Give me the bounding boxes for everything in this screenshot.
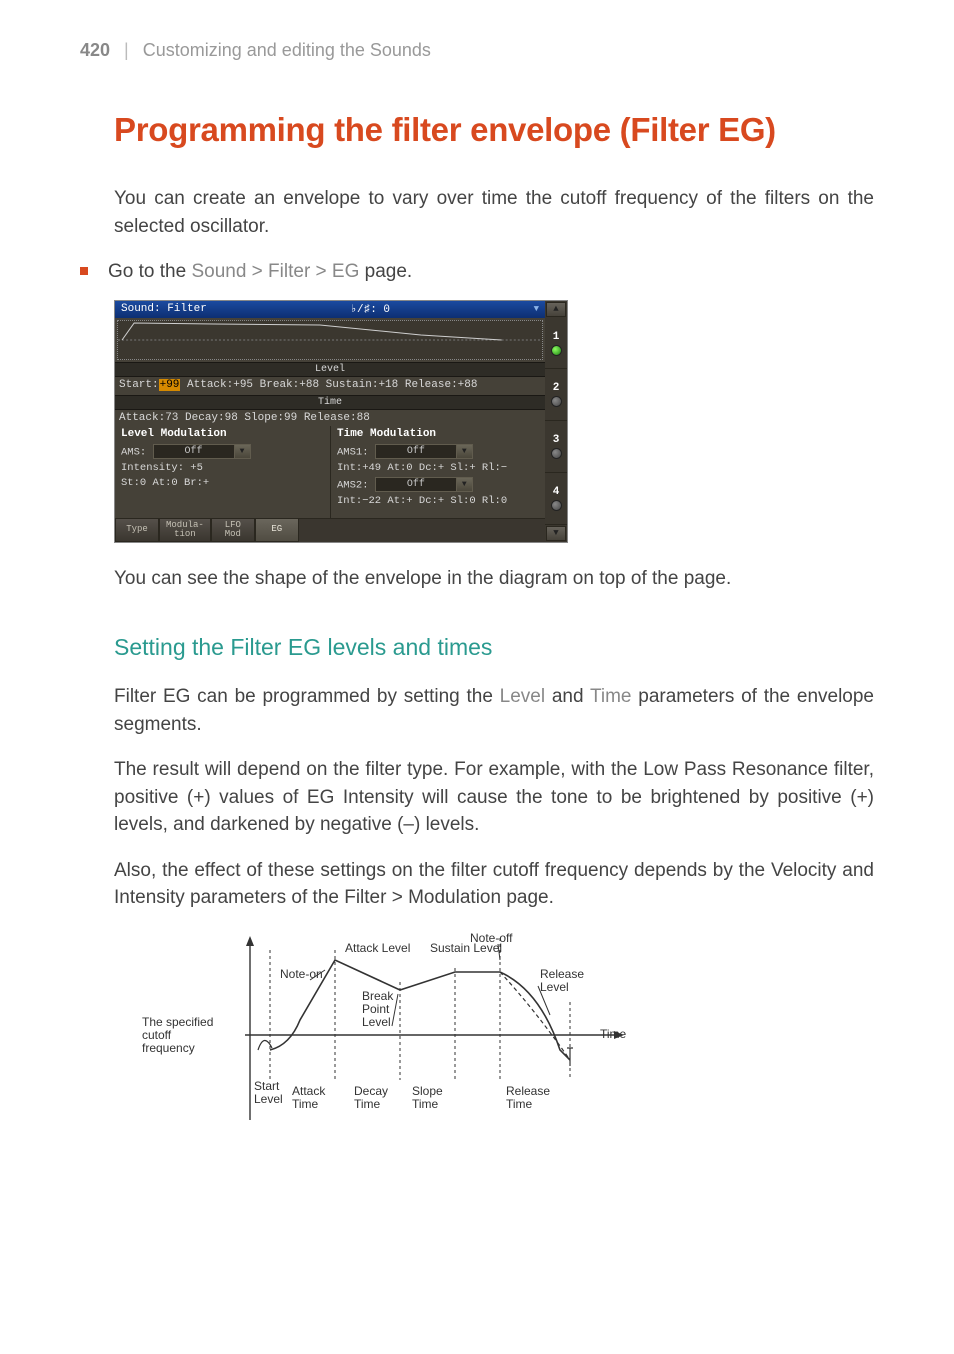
level-start-value[interactable]: +99 bbox=[159, 379, 181, 391]
osc-slot-2[interactable]: 2 bbox=[545, 369, 567, 421]
osc-slot-3[interactable]: 3 bbox=[545, 421, 567, 473]
chevron-down-icon[interactable]: ▼ bbox=[234, 445, 250, 458]
paragraph-4: Also, the effect of these settings on th… bbox=[114, 857, 874, 912]
level-mod-heading: Level Modulation bbox=[121, 428, 326, 440]
fig-decay-time: DecayTime bbox=[354, 1084, 388, 1111]
step-text: Go to the Sound > Filter > EG page. bbox=[108, 258, 412, 286]
titlebar-menu-icon[interactable]: ▼ bbox=[534, 304, 539, 314]
fig-cutoff: The specifiedcutofffrequency bbox=[142, 1015, 213, 1055]
chevron-down-icon[interactable]: ▼ bbox=[456, 445, 472, 458]
step-suffix: page. bbox=[359, 261, 412, 282]
panel-titlebar: Sound: Filter ♭/♯: 0 ▼ bbox=[115, 301, 545, 318]
p2a: Filter EG can be programmed by setting t… bbox=[114, 686, 500, 707]
p2b: and bbox=[545, 686, 590, 707]
envelope-diagram bbox=[117, 320, 543, 360]
osc-num: 3 bbox=[553, 434, 560, 446]
osc-num: 2 bbox=[553, 382, 560, 394]
intro-paragraph: You can create an envelope to vary over … bbox=[114, 185, 874, 240]
fig-note-on: Note-on bbox=[280, 967, 323, 981]
oscillator-sidebar: ▲ 1 2 3 4 ▼ bbox=[545, 301, 567, 542]
step-prefix: Go to the bbox=[108, 261, 191, 282]
level-rest: Attack:+95 Break:+88 Sustain:+18 Release… bbox=[180, 379, 477, 391]
tm-ams2-value: Off bbox=[376, 479, 456, 490]
header-divider: | bbox=[124, 40, 129, 61]
osc-slot-1[interactable]: 1 bbox=[545, 318, 567, 370]
time-mod-heading: Time Modulation bbox=[337, 428, 541, 440]
lm-row: St:0 At:0 Br:+ bbox=[121, 477, 326, 489]
level-section-label: Level bbox=[115, 362, 545, 377]
page-title: Programming the filter envelope (Filter … bbox=[114, 111, 874, 149]
lm-intensity: Intensity: +5 bbox=[121, 462, 326, 474]
envelope-figure: Note-on Attack Level Sustain Level Note-… bbox=[140, 930, 670, 1145]
after-panel-text: You can see the shape of the envelope in… bbox=[114, 565, 874, 593]
osc-num: 1 bbox=[553, 331, 560, 343]
tm-row2: Int:−22 At:+ Dc:+ Sl:0 Rl:0 bbox=[337, 495, 541, 507]
tab-lfo-mod[interactable]: LFO Mod bbox=[211, 518, 255, 542]
header-title: Customizing and editing the Sounds bbox=[143, 40, 431, 61]
step-bullet: Go to the Sound > Filter > EG page. bbox=[80, 258, 874, 286]
titlebar-left: Sound: Filter bbox=[121, 303, 207, 315]
time-row: Attack:73 Decay:98 Slope:99 Release:88 bbox=[115, 410, 545, 426]
fig-time: Time bbox=[600, 1027, 627, 1041]
tab-modulation[interactable]: Modula- tion bbox=[159, 518, 211, 542]
fig-break-point: BreakPointLevel bbox=[362, 989, 394, 1029]
tab-bar: Type Modula- tion LFO Mod EG bbox=[115, 518, 545, 542]
tab-eg[interactable]: EG bbox=[255, 518, 299, 542]
tm-ams1-dropdown[interactable]: Off ▼ bbox=[375, 444, 473, 459]
level-row: Start:+99 Attack:+95 Break:+88 Sustain:+… bbox=[115, 377, 545, 393]
step-path: Sound > Filter > EG bbox=[191, 261, 359, 282]
led-icon bbox=[551, 345, 562, 356]
scroll-down-button[interactable]: ▼ bbox=[546, 526, 566, 541]
paragraph-2: Filter EG can be programmed by setting t… bbox=[114, 683, 874, 738]
titlebar-center: ♭/♯: 0 bbox=[350, 302, 390, 316]
fig-attack-time: AttackTime bbox=[292, 1084, 326, 1111]
lm-ams-dropdown[interactable]: Off ▼ bbox=[153, 444, 251, 459]
time-section-label: Time bbox=[115, 395, 545, 410]
level-modulation-panel: Level Modulation AMS: Off ▼ Intensity: +… bbox=[115, 426, 330, 518]
lm-ams-value: Off bbox=[154, 446, 234, 457]
osc-slot-4[interactable]: 4 bbox=[545, 473, 567, 525]
lm-ams-label: AMS: bbox=[121, 446, 146, 458]
tab-type[interactable]: Type bbox=[115, 518, 159, 542]
level-start-label: Start: bbox=[119, 379, 159, 391]
time-modulation-panel: Time Modulation AMS1: Off ▼ Int:+49 At:0… bbox=[330, 426, 545, 518]
p2-time: Time bbox=[590, 686, 632, 707]
fig-attack-level: Attack Level bbox=[345, 941, 410, 955]
led-icon bbox=[551, 448, 562, 459]
p2-level: Level bbox=[500, 686, 545, 707]
filter-eg-screenshot: Sound: Filter ♭/♯: 0 ▼ Level Start:+99 A… bbox=[114, 300, 568, 543]
page-number: 420 bbox=[80, 40, 110, 61]
page-header: 420 | Customizing and editing the Sounds bbox=[80, 40, 874, 61]
tm-ams2-label: AMS2: bbox=[337, 479, 369, 491]
led-icon bbox=[551, 396, 562, 407]
tm-ams1-value: Off bbox=[376, 446, 456, 457]
fig-note-off: Note-off bbox=[470, 931, 513, 945]
fig-slope-time: SlopeTime bbox=[412, 1084, 443, 1111]
fig-release-time: ReleaseTime bbox=[506, 1084, 550, 1111]
fig-release-level: ReleaseLevel bbox=[540, 967, 584, 994]
led-icon bbox=[551, 500, 562, 511]
tm-row1: Int:+49 At:0 Dc:+ Sl:+ Rl:− bbox=[337, 462, 541, 474]
tm-ams2-dropdown[interactable]: Off ▼ bbox=[375, 477, 473, 492]
scroll-up-button[interactable]: ▲ bbox=[546, 302, 566, 317]
chevron-down-icon[interactable]: ▼ bbox=[456, 478, 472, 491]
bullet-icon bbox=[80, 267, 88, 275]
fig-start-level: StartLevel bbox=[254, 1079, 283, 1106]
tm-ams1-label: AMS1: bbox=[337, 446, 369, 458]
section-heading: Setting the Filter EG levels and times bbox=[114, 634, 874, 661]
osc-num: 4 bbox=[553, 486, 560, 498]
paragraph-3: The result will depend on the filter typ… bbox=[114, 756, 874, 839]
tab-spacer bbox=[299, 518, 545, 542]
